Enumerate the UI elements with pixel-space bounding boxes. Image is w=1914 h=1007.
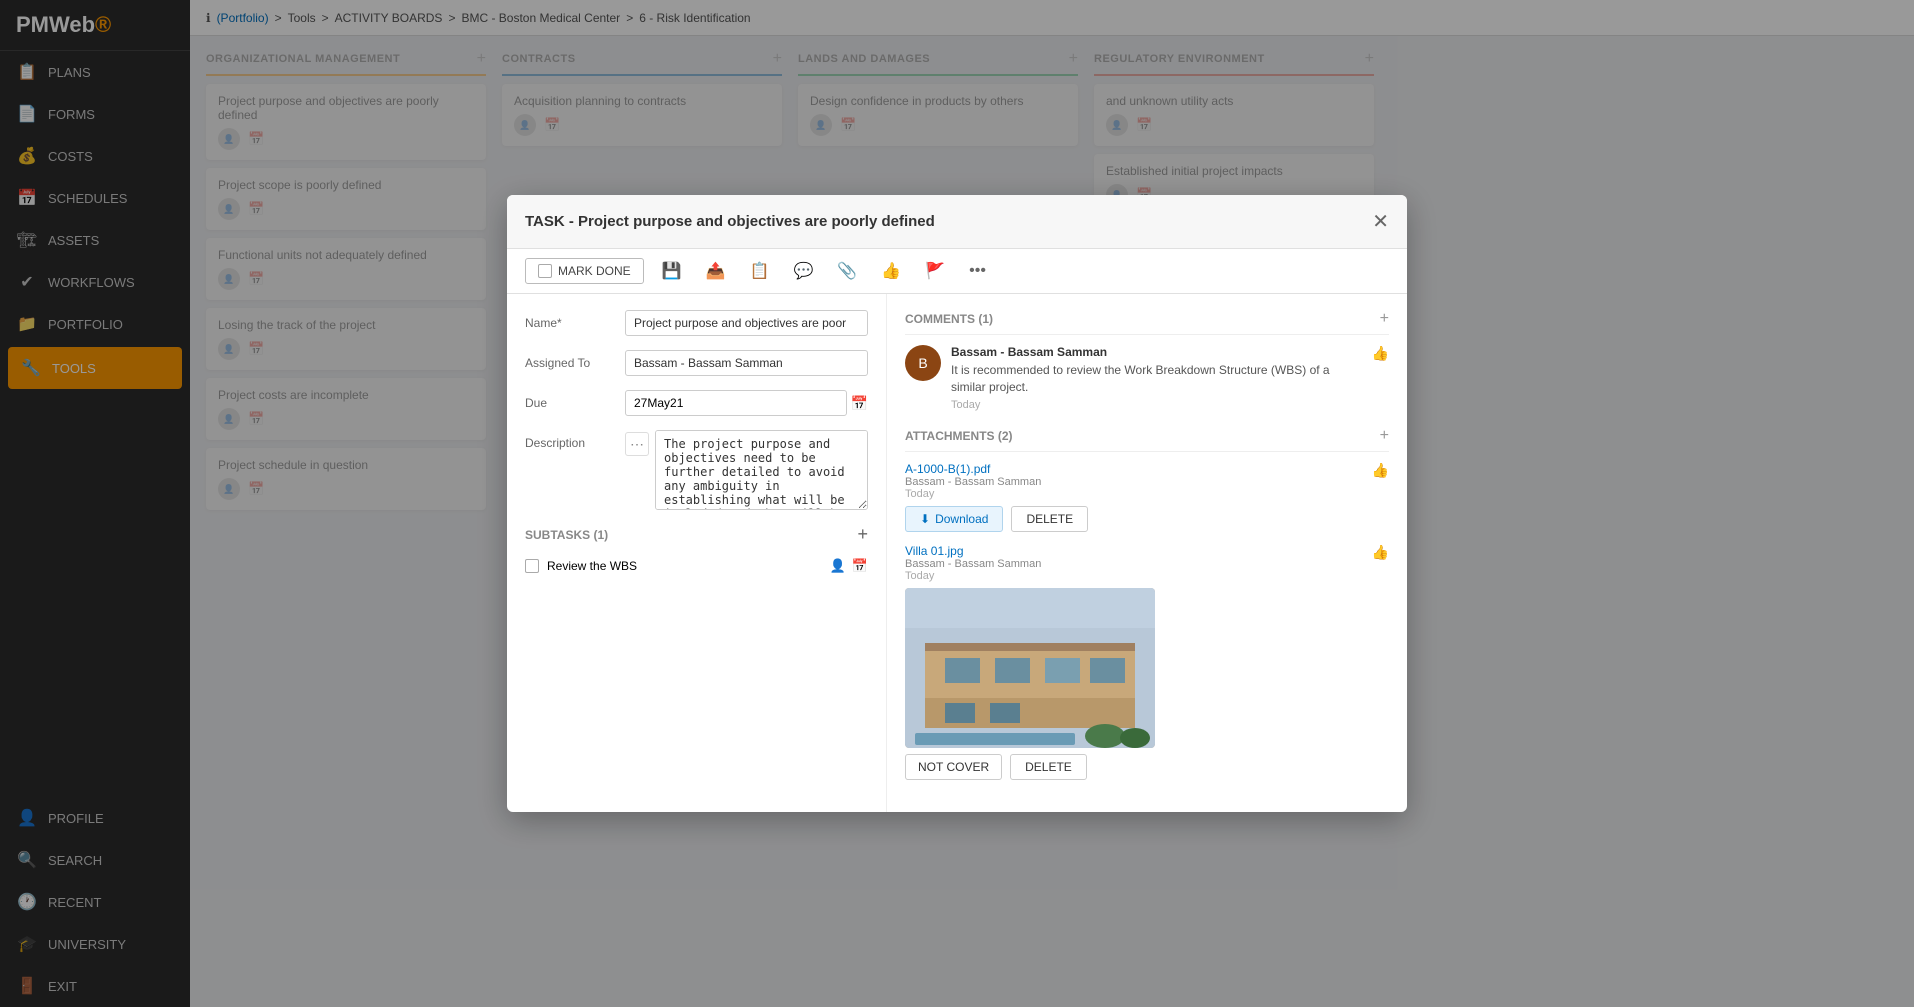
image-preview [905, 588, 1155, 748]
mark-done-button[interactable]: MARK DONE [525, 258, 644, 284]
comment-text: It is recommended to review the Work Bre… [951, 362, 1362, 396]
delete-pdf-button[interactable]: DELETE [1011, 506, 1088, 532]
name-label: Name* [525, 310, 615, 330]
flag-icon[interactable]: 🚩 [919, 257, 951, 285]
export-icon[interactable]: 📤 [700, 257, 732, 285]
add-subtask-button[interactable]: + [857, 524, 868, 545]
comment-author: Bassam - Bassam Samman [951, 345, 1362, 359]
attachment-pdf-name[interactable]: A-1000-B(1).pdf [905, 462, 1041, 476]
due-label: Due [525, 390, 615, 410]
due-field-row: Due 📅 [525, 390, 868, 416]
attachment-image-author: Bassam - Bassam Samman [905, 558, 1041, 570]
name-input[interactable] [625, 310, 868, 336]
attachment-pdf-like[interactable]: 👍 [1372, 462, 1389, 479]
close-button[interactable]: ✕ [1372, 209, 1389, 234]
subtasks-header: SUBTASKS (1) + [525, 524, 868, 545]
modal-toolbar: MARK DONE 💾 📤 📋 💬 📎 👍 🚩 ••• [507, 249, 1407, 294]
subtask-checkbox[interactable] [525, 559, 539, 573]
subtasks-section: SUBTASKS (1) + Review the WBS 👤 📅 [525, 524, 868, 579]
subtask-label: Review the WBS [547, 559, 822, 573]
attachments-header: ATTACHMENTS (2) + [905, 427, 1389, 452]
comment-like-icon[interactable]: 👍 [1372, 345, 1389, 411]
comment-item: B Bassam - Bassam Samman It is recommend… [905, 345, 1389, 411]
attachment-image-time: Today [905, 570, 1041, 582]
download-button[interactable]: ⬇ Download [905, 506, 1003, 532]
name-field-row: Name* [525, 310, 868, 336]
attachment-image-like[interactable]: 👍 [1372, 544, 1389, 561]
subtasks-title: SUBTASKS (1) [525, 528, 608, 542]
comment-time: Today [951, 399, 1362, 411]
modal-body: Name* Assigned To Bassam - Bassam Samman [507, 294, 1407, 812]
comments-title: COMMENTS (1) [905, 312, 993, 326]
like-icon[interactable]: 👍 [875, 257, 907, 285]
attachments-section: ATTACHMENTS (2) + A-1000-B(1).pdf Bassam… [905, 427, 1389, 780]
not-cover-button[interactable]: NOT COVER [905, 754, 1002, 780]
assigned-label: Assigned To [525, 350, 615, 370]
delete-image-button[interactable]: DELETE [1010, 754, 1087, 780]
attach-icon[interactable]: 📎 [831, 257, 863, 285]
mark-done-label: MARK DONE [558, 264, 631, 278]
description-textarea[interactable] [655, 430, 868, 510]
description-field-row: Description ⋯ [525, 430, 868, 510]
modal-right-panel: COMMENTS (1) + B Bassam - Bassam Samman … [887, 294, 1407, 812]
modal-overlay[interactable]: TASK - Project purpose and objectives ar… [0, 0, 1914, 1007]
comment-avatar: B [905, 345, 941, 381]
modal-title: TASK - Project purpose and objectives ar… [525, 213, 935, 230]
download-icon: ⬇ [920, 512, 930, 526]
comment-icon[interactable]: 💬 [787, 257, 819, 285]
comments-section: COMMENTS (1) + B Bassam - Bassam Samman … [905, 310, 1389, 411]
subtask-cal-icon: 📅 [852, 558, 868, 574]
save-icon[interactable]: 💾 [656, 257, 688, 285]
modal-left-panel: Name* Assigned To Bassam - Bassam Samman [507, 294, 887, 812]
attachment-pdf: A-1000-B(1).pdf Bassam - Bassam Samman T… [905, 462, 1389, 532]
mark-done-checkbox [538, 264, 552, 278]
attachment-image-name[interactable]: Villa 01.jpg [905, 544, 1041, 558]
attachment-pdf-author: Bassam - Bassam Samman [905, 476, 1041, 488]
expand-description-button[interactable]: ⋯ [625, 432, 649, 456]
task-modal: TASK - Project purpose and objectives ar… [507, 195, 1407, 812]
more-icon[interactable]: ••• [963, 258, 992, 284]
calendar-icon: 📅 [851, 395, 868, 412]
add-attachment-button[interactable]: + [1380, 427, 1389, 445]
assigned-field-row: Assigned To Bassam - Bassam Samman [525, 350, 868, 376]
description-label: Description [525, 430, 615, 450]
assigned-select[interactable]: Bassam - Bassam Samman [625, 350, 868, 376]
subtask-user-icon: 👤 [830, 558, 846, 574]
subtask-item: Review the WBS 👤 📅 [525, 553, 868, 579]
list-icon[interactable]: 📋 [744, 257, 776, 285]
attachment-pdf-time: Today [905, 488, 1041, 500]
attachment-image: Villa 01.jpg Bassam - Bassam Samman Toda… [905, 544, 1389, 780]
due-date-input[interactable] [625, 390, 847, 416]
attachments-title: ATTACHMENTS (2) [905, 429, 1013, 443]
comments-header: COMMENTS (1) + [905, 310, 1389, 335]
modal-header: TASK - Project purpose and objectives ar… [507, 195, 1407, 249]
add-comment-button[interactable]: + [1380, 310, 1389, 328]
